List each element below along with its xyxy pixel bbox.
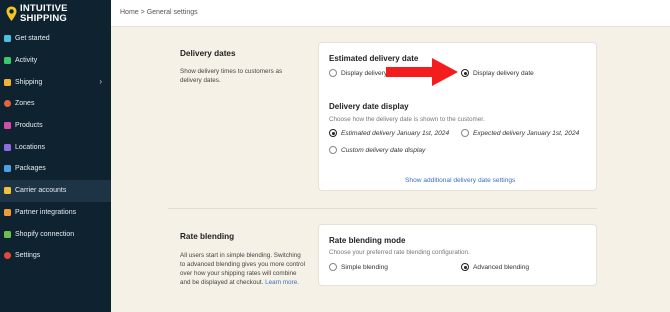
sidebar-item-shopify-connection[interactable]: Shopify connection: [0, 223, 111, 245]
breadcrumb-home-link[interactable]: Home: [120, 9, 139, 16]
learn-more-link[interactable]: Learn more.: [265, 279, 299, 286]
sidebar-item-packages[interactable]: Packages: [0, 158, 111, 180]
map-pin-logo-icon: [6, 6, 17, 22]
radio-button-unchecked[interactable]: [329, 69, 337, 77]
radio-button-unchecked[interactable]: [461, 129, 469, 137]
top-bar: Home > General settings: [111, 0, 670, 27]
radio-button-checked[interactable]: [329, 129, 337, 137]
sidebar-item-shipping[interactable]: Shipping ›: [0, 71, 111, 93]
sidebar-item-label: Get started: [15, 35, 50, 43]
sidebar-item-partner-integrations[interactable]: Partner integrations: [0, 202, 111, 224]
radio-label: Custom delivery date display: [341, 146, 426, 154]
section-divider: [168, 208, 597, 209]
chevron-right-icon[interactable]: ›: [99, 77, 102, 86]
sidebar-item-label: Zones: [15, 100, 35, 108]
sidebar-item-label: Activity: [15, 57, 38, 65]
radio-hide-delivery-date[interactable]: Display delivery d: [329, 69, 393, 77]
radio-button-checked[interactable]: [461, 69, 469, 77]
delivery-date-display-heading: Delivery date display: [329, 102, 409, 111]
delivery-date-display-subtitle: Choose how the delivery date is shown to…: [329, 116, 485, 123]
building-icon: [4, 143, 11, 151]
sidebar-item-get-started[interactable]: Get started: [0, 28, 111, 50]
rate-blending-mode-subtitle: Choose your preferred rate blending conf…: [329, 249, 470, 256]
boxes-icon: [4, 165, 11, 173]
key-icon: [4, 187, 11, 195]
sidebar-item-activity[interactable]: Activity: [0, 50, 111, 72]
shirt-icon: [4, 122, 11, 130]
delivery-dates-description: Show delivery times to customers as deli…: [180, 68, 283, 84]
activity-icon: [4, 57, 11, 65]
radio-custom-delivery-display[interactable]: Custom delivery date display: [329, 146, 425, 154]
radio-expected-delivery[interactable]: Expected delivery January 1st, 2024: [461, 129, 579, 137]
rate-blending-heading: Rate blending: [180, 232, 235, 241]
breadcrumb-current: General settings: [146, 9, 198, 16]
radio-label: Display delivery d: [341, 69, 393, 77]
show-additional-settings-link[interactable]: Show additional delivery date settings: [405, 177, 515, 184]
sidebar-item-carrier-accounts[interactable]: Carrier accounts: [0, 179, 111, 202]
sidebar-item-zones[interactable]: Zones: [0, 93, 111, 115]
sidebar-item-products[interactable]: Products: [0, 115, 111, 137]
radio-simple-blending[interactable]: Simple blending: [329, 263, 388, 271]
shopify-icon: [4, 230, 11, 238]
sidebar-item-label: Shipping: [15, 78, 43, 86]
red-arrow-annotation-icon: [386, 58, 458, 86]
sidebar-item-settings[interactable]: Settings: [0, 245, 111, 267]
radio-button-unchecked[interactable]: [329, 263, 337, 271]
delivery-dates-heading: Delivery dates: [180, 49, 236, 58]
plug-icon: [4, 208, 11, 216]
truck-icon: [4, 78, 11, 86]
sidebar-item-locations[interactable]: Locations: [0, 136, 111, 158]
breadcrumb: Home > General settings: [120, 9, 198, 16]
radio-button-checked[interactable]: [461, 263, 469, 271]
sidebar-item-label: Partner integrations: [15, 208, 77, 216]
radio-label: Estimated delivery January 1st, 2024: [341, 129, 450, 137]
radio-button-unchecked[interactable]: [329, 146, 337, 154]
rocket-icon: [4, 35, 11, 43]
sidebar-item-label: Locations: [15, 143, 45, 151]
breadcrumb-separator: >: [140, 9, 145, 16]
radio-label: Display delivery date: [473, 69, 534, 77]
sidebar-item-label: Settings: [15, 252, 41, 260]
globe-icon: [4, 100, 11, 108]
radio-label: Simple blending: [341, 263, 388, 271]
radio-estimated-delivery[interactable]: Estimated delivery January 1st, 2024: [329, 129, 449, 137]
rate-blending-card: Rate blending mode Choose your preferred…: [318, 224, 597, 286]
brand-line-2: SHIPPING: [20, 13, 67, 24]
sidebar: INTUITIVE SHIPPING Get started Activity …: [0, 0, 111, 312]
sidebar-item-label: Packages: [15, 165, 46, 173]
radio-display-delivery-date[interactable]: Display delivery date: [461, 69, 534, 77]
sidebar-nav: Get started Activity Shipping › Zones Pr…: [0, 28, 111, 267]
sidebar-item-label: Products: [15, 122, 43, 130]
sidebar-item-label: Carrier accounts: [15, 187, 67, 195]
gear-icon: [4, 252, 11, 260]
radio-advanced-blending[interactable]: Advanced blending: [461, 263, 529, 271]
brand-logo[interactable]: INTUITIVE SHIPPING: [6, 4, 68, 24]
rate-blending-mode-heading: Rate blending mode: [329, 236, 406, 245]
sidebar-item-label: Shopify connection: [15, 230, 75, 238]
radio-label: Advanced blending: [473, 263, 530, 271]
rate-blending-description: All users start in simple blending. Swit…: [180, 251, 305, 287]
radio-label: Expected delivery January 1st, 2024: [473, 129, 580, 137]
